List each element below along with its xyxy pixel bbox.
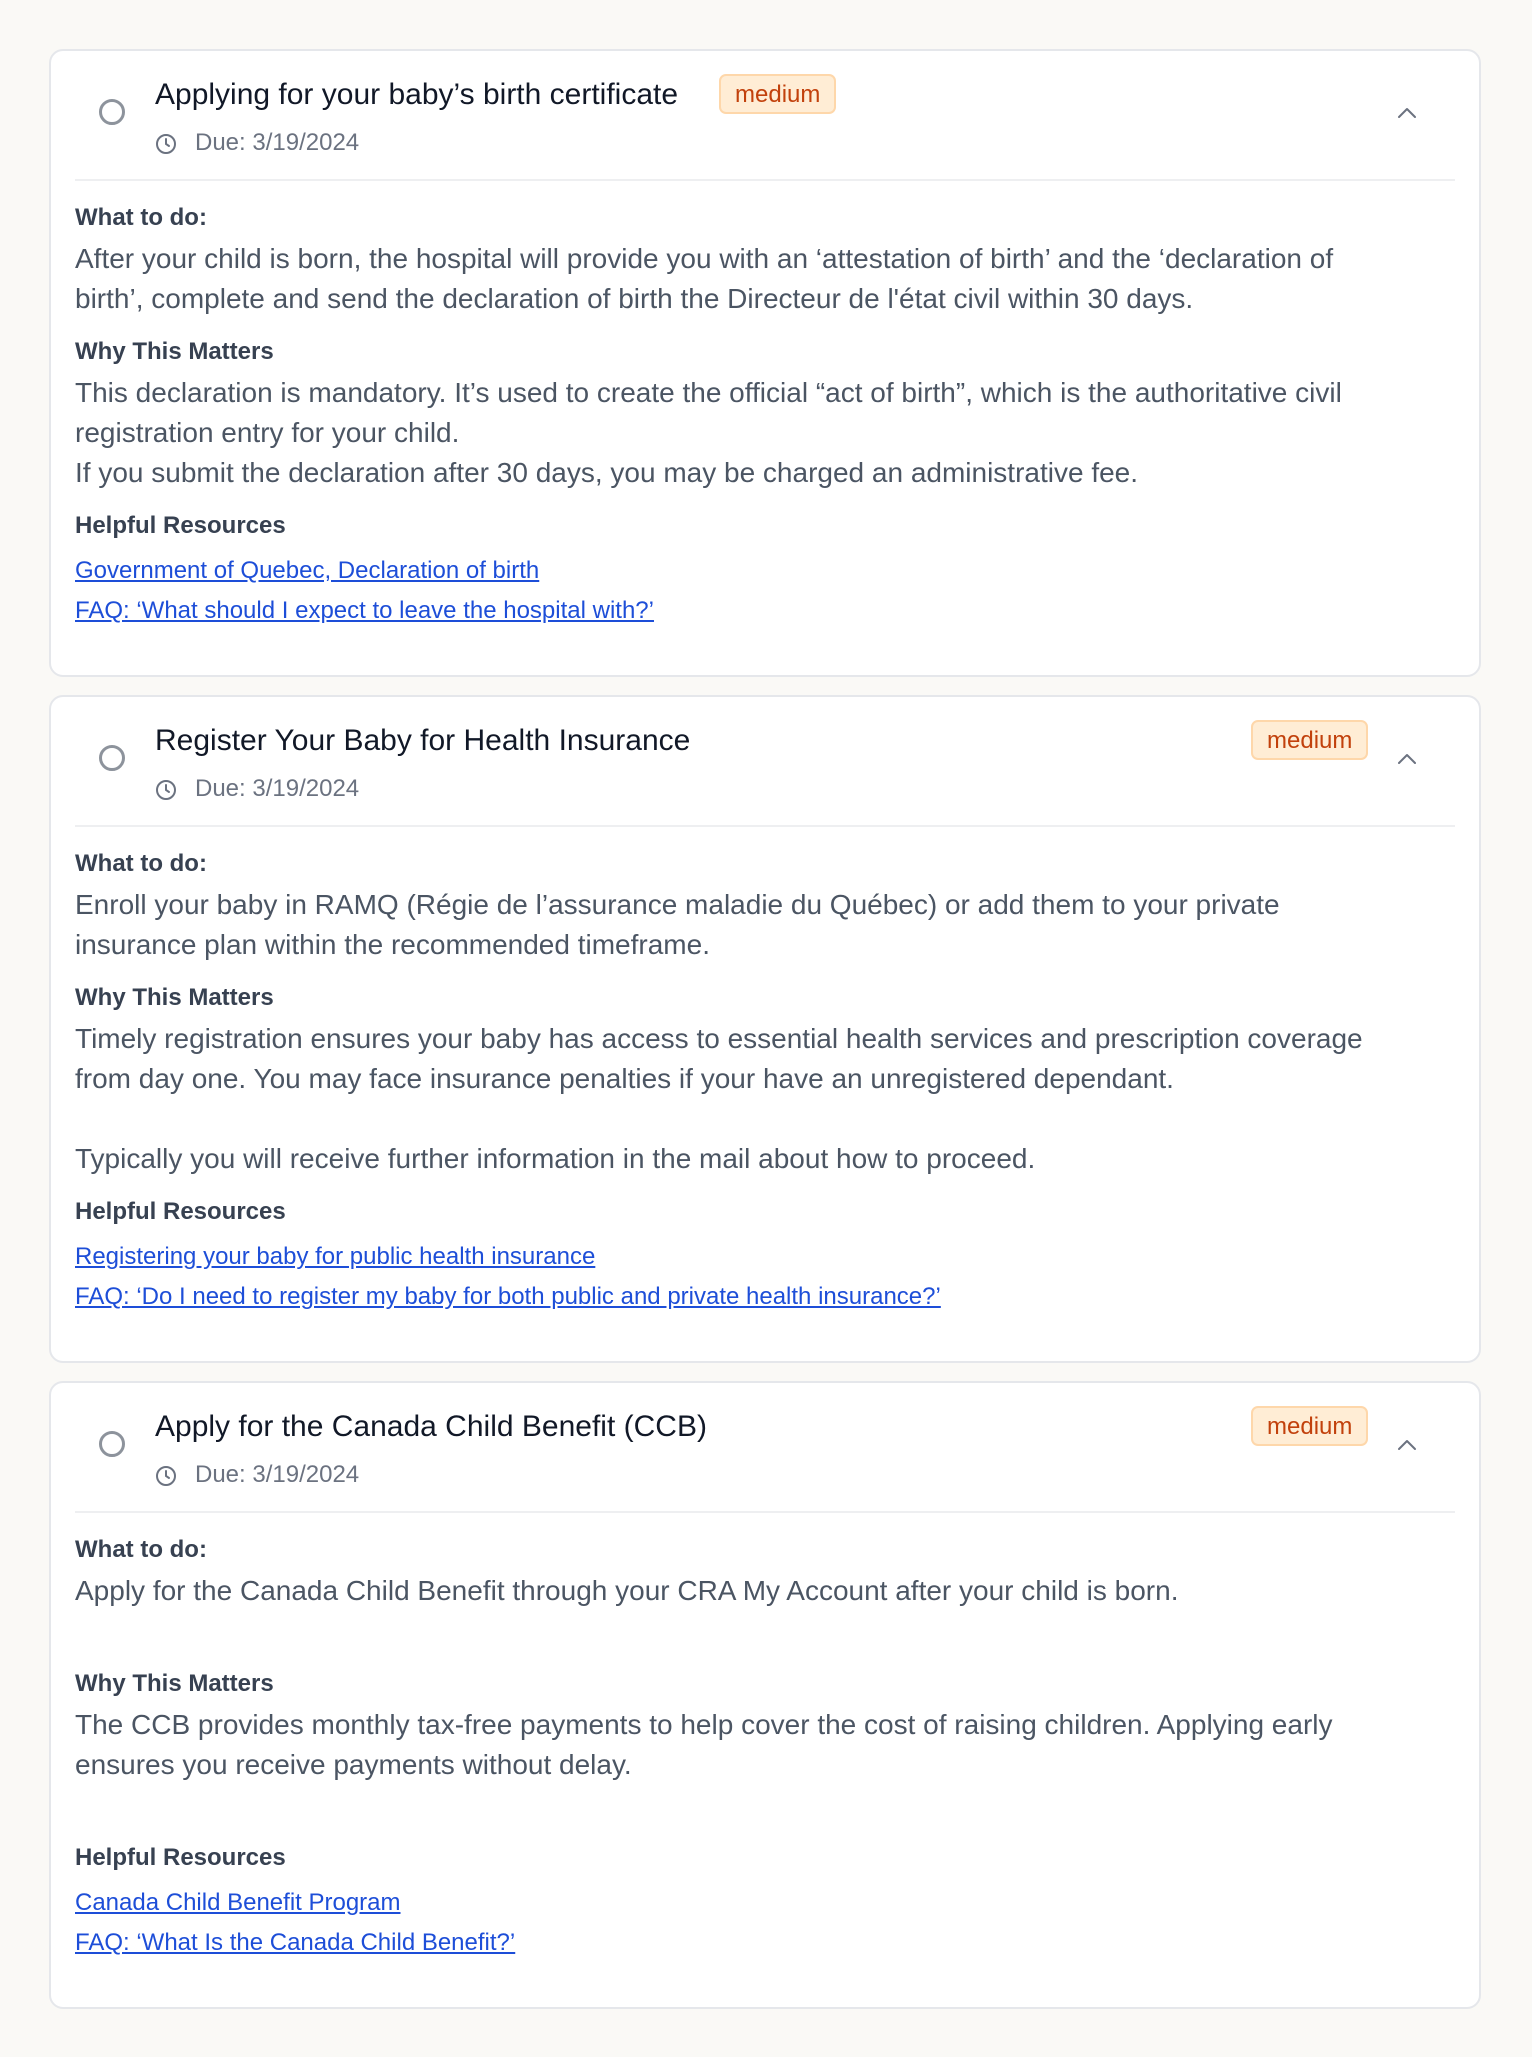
text-line <box>75 1785 1455 1825</box>
resources-label: Helpful Resources <box>75 1198 286 1225</box>
divider <box>75 179 1455 181</box>
divider <box>75 825 1455 827</box>
text-line: Apply for the Canada Child Benefit throu… <box>75 1575 1179 1606</box>
resource-link[interactable]: Government of Quebec, Declaration of bir… <box>75 551 1455 591</box>
task-card-birth-certificate: Applying for your baby’s birth certifica… <box>49 49 1481 677</box>
resource-link[interactable]: Registering your baby for public health … <box>75 1237 1455 1277</box>
task-card-health-insurance: Register Your Baby for Health Insurance … <box>49 695 1481 1363</box>
resource-link[interactable]: Canada Child Benefit Program <box>75 1883 1455 1923</box>
what-to-do-text: Enroll your baby in RAMQ (Régie de l’ass… <box>75 885 1455 965</box>
what-to-do-label: What to do: <box>75 1536 207 1563</box>
due-date-text: Due: 3/19/2024 <box>195 1461 360 1488</box>
text-line: This declaration is mandatory. It’s used… <box>75 377 1342 408</box>
chevron-up-icon[interactable] <box>1395 105 1419 121</box>
text-line: The CCB provides monthly tax-free paymen… <box>75 1709 1333 1740</box>
resources-label: Helpful Resources <box>75 1844 286 1871</box>
text-line: Enroll your baby in RAMQ (Régie de l’ass… <box>75 889 1280 920</box>
resource-link[interactable]: FAQ: ‘What Is the Canada Child Benefit?’ <box>75 1923 1455 1963</box>
task-title: Applying for your baby’s birth certifica… <box>155 78 679 111</box>
circle-checkbox-icon[interactable] <box>99 745 125 771</box>
clock-icon <box>156 134 176 154</box>
due-date-text: Due: 3/19/2024 <box>195 775 360 802</box>
divider <box>75 1511 1455 1513</box>
priority-badge: medium <box>1251 1406 1369 1446</box>
text-line: from day one. You may face insurance pen… <box>75 1063 1174 1094</box>
text-line <box>75 1099 1455 1139</box>
text-line: Timely registration ensures your baby ha… <box>75 1023 1363 1054</box>
task-details: What to do: After your child is born, th… <box>51 181 1479 651</box>
task-card-canada-child-benefit: Apply for the Canada Child Benefit (CCB)… <box>49 1381 1481 2009</box>
text-line: registration entry for your child. <box>75 417 460 448</box>
task-details: What to do: Apply for the Canada Child B… <box>51 1513 1479 1983</box>
why-text: Timely registration ensures your baby ha… <box>75 1019 1455 1179</box>
task-header[interactable]: Apply for the Canada Child Benefit (CCB)… <box>51 1383 1479 1513</box>
text-line: Typically you will receive further infor… <box>75 1143 1036 1174</box>
why-text: This declaration is mandatory. It’s used… <box>75 373 1455 493</box>
clock-icon <box>156 780 176 800</box>
what-to-do-text: After your child is born, the hospital w… <box>75 239 1455 319</box>
task-details: What to do: Enroll your baby in RAMQ (Ré… <box>51 827 1479 1337</box>
chevron-up-icon[interactable] <box>1395 1437 1419 1453</box>
due-date-text: Due: 3/19/2024 <box>195 129 360 156</box>
resource-list: Registering your baby for public health … <box>75 1237 1455 1317</box>
why-label: Why This Matters <box>75 1670 274 1697</box>
resource-link[interactable]: FAQ: ‘Do I need to register my baby for … <box>75 1277 1455 1317</box>
task-title: Register Your Baby for Health Insurance <box>155 724 691 757</box>
why-text: The CCB provides monthly tax-free paymen… <box>75 1705 1455 1825</box>
text-line: birth’, complete and send the declaratio… <box>75 283 1194 314</box>
resource-list: Canada Child Benefit Program FAQ: ‘What … <box>75 1883 1455 1963</box>
text-line: If you submit the declaration after 30 d… <box>75 457 1139 488</box>
text-line: ensures you receive payments without del… <box>75 1749 632 1780</box>
resource-list: Government of Quebec, Declaration of bir… <box>75 551 1455 631</box>
what-to-do-text: Apply for the Canada Child Benefit throu… <box>75 1571 1455 1651</box>
text-line: After your child is born, the hospital w… <box>75 243 1334 274</box>
chevron-up-icon[interactable] <box>1395 751 1419 767</box>
circle-checkbox-icon[interactable] <box>99 1431 125 1457</box>
task-header[interactable]: Register Your Baby for Health Insurance … <box>51 697 1479 827</box>
why-label: Why This Matters <box>75 338 274 365</box>
clock-icon <box>156 1466 176 1486</box>
resources-label: Helpful Resources <box>75 512 286 539</box>
what-to-do-label: What to do: <box>75 850 207 877</box>
text-line: insurance plan within the recommended ti… <box>75 929 710 960</box>
what-to-do-label: What to do: <box>75 204 207 231</box>
priority-badge: medium <box>719 74 837 114</box>
task-header[interactable]: Applying for your baby’s birth certifica… <box>51 51 1479 181</box>
resource-link[interactable]: FAQ: ‘What should I expect to leave the … <box>75 591 1455 631</box>
why-label: Why This Matters <box>75 984 274 1011</box>
text-line <box>75 1611 1455 1651</box>
priority-badge: medium <box>1251 720 1369 760</box>
circle-checkbox-icon[interactable] <box>99 99 125 125</box>
task-title: Apply for the Canada Child Benefit (CCB) <box>155 1410 707 1443</box>
